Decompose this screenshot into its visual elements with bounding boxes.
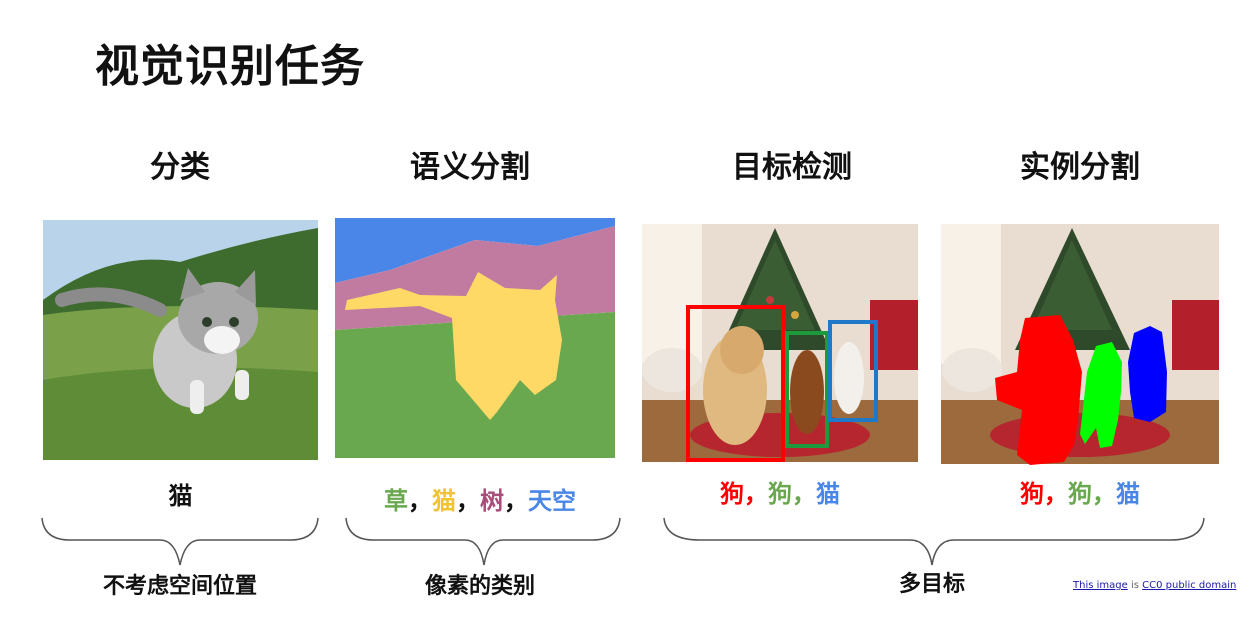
caption-instance-segmentation: 狗，狗，猫	[941, 474, 1219, 509]
credit-image-link[interactable]: This image	[1073, 580, 1128, 591]
label-dog: 狗	[1020, 480, 1044, 508]
group-braces	[41, 517, 1205, 566]
separator: ，	[1092, 480, 1116, 508]
separator: ，	[408, 487, 432, 515]
credit-license-link[interactable]: CC0 public domain	[1142, 580, 1236, 591]
separator: ，	[504, 487, 528, 515]
image-credit: This image is CC0 public domain	[1073, 580, 1236, 591]
label-sky: 天空	[528, 487, 576, 515]
caption-semantic-segmentation: 草，猫，树，天空	[325, 481, 635, 516]
label-dog: 狗	[720, 480, 744, 508]
detection-photo	[642, 224, 918, 462]
brace-multi-object	[663, 517, 1205, 566]
separator: ，	[456, 487, 480, 515]
separator: ，	[1044, 480, 1068, 508]
separator: ，	[744, 480, 768, 508]
label-cat: 猫	[168, 482, 193, 510]
label-tree: 树	[480, 487, 504, 515]
label-dog: 狗	[768, 480, 792, 508]
kitten-photo	[43, 220, 318, 460]
task-images	[41, 218, 1219, 566]
separator: ，	[792, 480, 816, 508]
group-label-no-spatial: 不考虑空间位置	[102, 574, 257, 599]
label-cat: 猫	[432, 487, 456, 515]
brace-semantic	[345, 517, 621, 566]
label-grass: 草	[384, 487, 408, 515]
label-dog: 狗	[1068, 480, 1092, 508]
group-label-multi-object: 多目标	[898, 572, 965, 597]
credit-is: is	[1130, 580, 1139, 591]
label-cat: 猫	[816, 480, 840, 508]
caption-classification: 猫	[43, 476, 318, 511]
brace-classification	[41, 517, 319, 566]
group-label-pixel-classes: 像素的类别	[424, 574, 535, 599]
instance-segmentation-photo	[941, 224, 1219, 465]
caption-object-detection: 狗，狗，猫	[642, 474, 918, 509]
label-cat: 猫	[1116, 480, 1140, 508]
semantic-segmentation-map	[335, 218, 615, 458]
